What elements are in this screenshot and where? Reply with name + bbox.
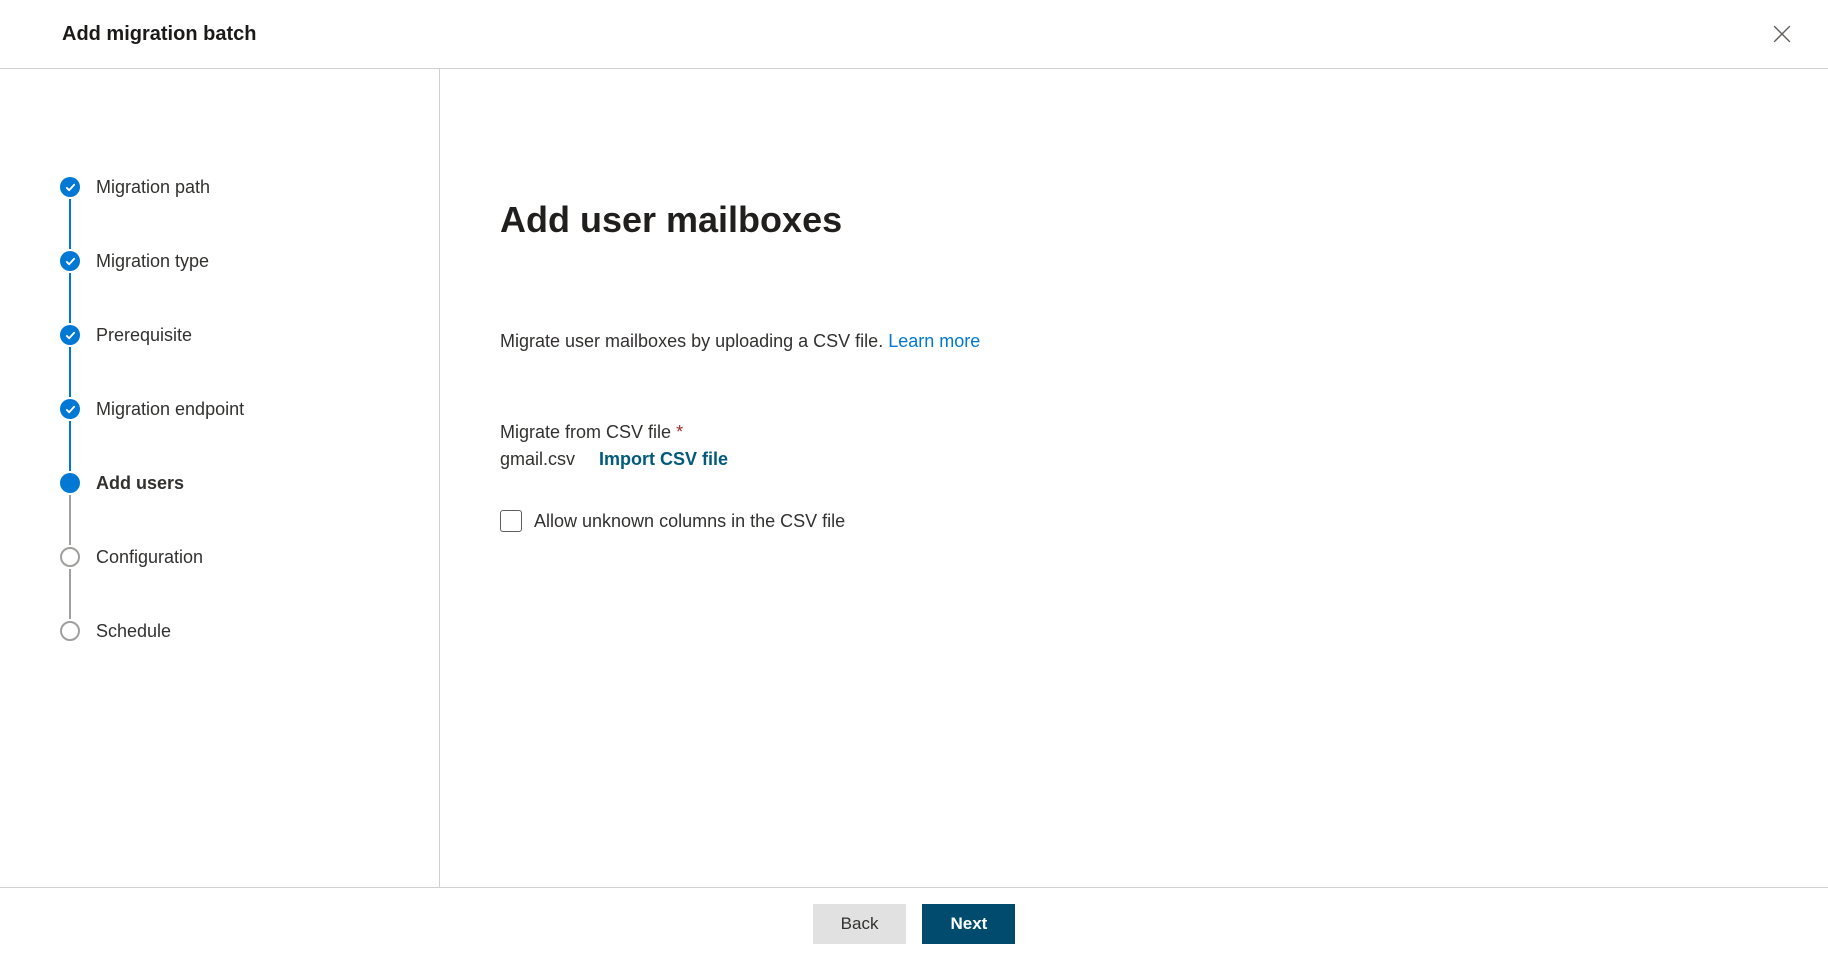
wizard-step[interactable]: Migration endpoint — [60, 399, 399, 419]
next-button[interactable]: Next — [922, 904, 1015, 944]
step-label: Migration endpoint — [96, 399, 244, 420]
allow-unknown-checkbox[interactable] — [500, 510, 522, 532]
step-label: Add users — [96, 473, 184, 494]
step-marker — [60, 547, 80, 567]
step-label: Configuration — [96, 547, 203, 568]
step-connector — [69, 421, 71, 471]
panel-body: Migration path Migration type Prerequisite… — [0, 69, 1828, 887]
checkmark-icon — [60, 399, 80, 419]
allow-unknown-checkbox-row: Allow unknown columns in the CSV file — [500, 510, 1768, 532]
panel-title: Add migration batch — [62, 23, 256, 46]
learn-more-link[interactable]: Learn more — [888, 331, 980, 351]
wizard-step[interactable]: Add users — [60, 473, 399, 493]
wizard-footer: Back Next — [0, 887, 1828, 960]
step-marker — [60, 621, 80, 641]
panel-header: Add migration batch — [0, 0, 1828, 69]
wizard-step[interactable]: Migration path — [60, 177, 399, 197]
wizard-step[interactable]: Prerequisite — [60, 325, 399, 345]
import-csv-button[interactable]: Import CSV file — [599, 449, 728, 470]
back-button[interactable]: Back — [813, 904, 907, 944]
page-title: Add user mailboxes — [500, 199, 1768, 241]
checkmark-icon — [60, 177, 80, 197]
page-description: Migrate user mailboxes by uploading a CS… — [500, 331, 1768, 352]
wizard-sidebar: Migration path Migration type Prerequisite… — [0, 69, 440, 887]
step-label: Migration path — [96, 177, 210, 198]
description-text: Migrate user mailboxes by uploading a CS… — [500, 331, 888, 351]
step-label: Prerequisite — [96, 325, 192, 346]
checkmark-icon — [60, 251, 80, 271]
close-button[interactable] — [1766, 18, 1798, 50]
step-connector — [69, 347, 71, 397]
step-label: Schedule — [96, 621, 171, 642]
step-connector — [69, 273, 71, 323]
step-connector — [69, 569, 71, 619]
step-connector — [69, 199, 71, 249]
csv-field-label: Migrate from CSV file * — [500, 422, 1768, 443]
wizard-steps: Migration path Migration type Prerequisite… — [60, 177, 399, 641]
csv-file-name: gmail.csv — [500, 449, 575, 470]
checkmark-icon — [60, 325, 80, 345]
wizard-step[interactable]: Schedule — [60, 621, 399, 641]
close-icon — [1773, 25, 1791, 43]
step-label: Migration type — [96, 251, 209, 272]
wizard-step[interactable]: Configuration — [60, 547, 399, 567]
step-marker — [60, 473, 80, 493]
csv-label-text: Migrate from CSV file — [500, 422, 671, 442]
step-connector — [69, 495, 71, 545]
wizard-step[interactable]: Migration type — [60, 251, 399, 271]
required-asterisk: * — [676, 422, 683, 442]
wizard-main: Add user mailboxes Migrate user mailboxe… — [440, 69, 1828, 887]
csv-file-row: gmail.csv Import CSV file — [500, 449, 1768, 470]
allow-unknown-label: Allow unknown columns in the CSV file — [534, 511, 845, 532]
